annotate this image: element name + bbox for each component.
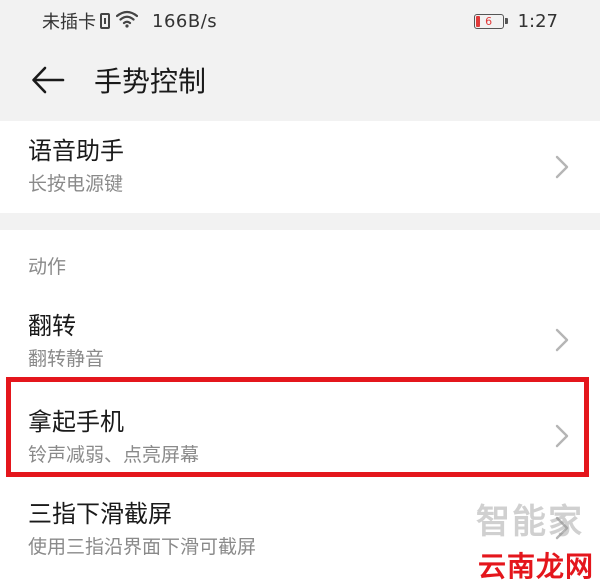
item-subtitle: 翻转静音 <box>28 348 105 370</box>
item-subtitle: 长按电源键 <box>28 173 124 195</box>
net-speed: 166B/s <box>152 10 218 32</box>
back-button[interactable] <box>26 60 70 104</box>
chevron-right-icon <box>552 326 572 354</box>
clock: 1:27 <box>517 10 558 32</box>
item-title: 拿起手机 <box>28 408 124 436</box>
watermark-top: 智能家 <box>476 502 584 542</box>
chevron-right-icon <box>552 422 572 450</box>
list-item-pick-up[interactable]: 拿起手机 铃声减弱、点亮屏幕 <box>0 382 600 474</box>
item-subtitle: 使用三指沿界面下滑可截屏 <box>28 536 257 558</box>
app-header: 手势控制 <box>0 44 600 120</box>
item-title: 三指下滑截屏 <box>28 500 172 528</box>
carrier-text: 未插卡 <box>42 12 96 33</box>
no-sim-icon <box>100 13 110 29</box>
battery-low-icon: 6 <box>473 13 508 29</box>
gesture-control-screen: 未插卡 166B/s 6 1:27 手势控制 语音助手 长按电源键 动作 翻转 … <box>0 0 600 588</box>
battery-level: 6 <box>485 14 493 28</box>
section-label: 动作 <box>28 256 67 278</box>
item-title: 语音助手 <box>28 137 124 165</box>
voice-card: 语音助手 长按电源键 <box>0 121 600 213</box>
item-title: 翻转 <box>28 312 76 340</box>
chevron-right-icon <box>552 153 572 181</box>
status-bar: 未插卡 166B/s 6 1:27 <box>0 0 600 44</box>
watermark-bottom: 云南龙网 <box>477 550 594 583</box>
status-right: 6 1:27 <box>473 9 558 33</box>
wifi-icon <box>115 10 139 33</box>
page-title: 手势控制 <box>94 65 207 98</box>
arrow-left-icon <box>31 66 65 98</box>
item-subtitle: 铃声减弱、点亮屏幕 <box>28 444 200 466</box>
status-left: 未插卡 166B/s <box>42 9 217 33</box>
watermark: 智能家 云南龙网 <box>444 500 594 586</box>
list-item-flip[interactable]: 翻转 翻转静音 <box>0 300 600 388</box>
list-item-voice-assistant[interactable]: 语音助手 长按电源键 <box>0 121 600 213</box>
